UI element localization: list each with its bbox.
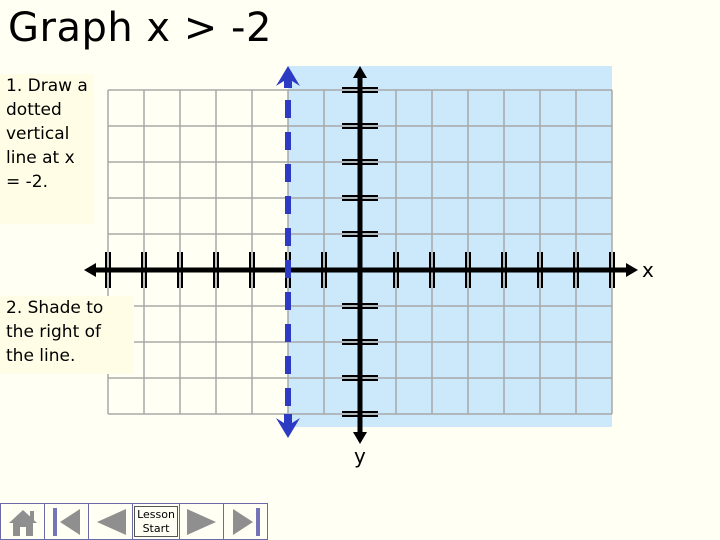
previous-slide-icon [96,508,126,535]
y-axis-label: y [354,444,366,468]
lesson-start-button[interactable]: Lesson Start [132,503,180,540]
home-button[interactable] [0,503,45,540]
x-axis-label: x [642,258,654,282]
first-slide-icon [52,507,80,536]
last-slide-icon [232,507,260,536]
next-slide-button[interactable] [179,503,224,540]
instruction-step-2: 2. Shade to the right of the line. [0,296,134,374]
coordinate-graph: x y [84,66,654,468]
lesson-start-label-2: Start [142,522,170,535]
navigation-bar: Lesson Start [0,503,272,540]
next-slide-icon [186,508,216,535]
first-slide-button[interactable] [44,503,89,540]
lesson-start-label-1: Lesson [137,508,175,521]
x-axis-arrow-left [84,263,96,277]
shaded-region [288,66,612,427]
y-axis-arrow-down [353,432,367,444]
home-icon [8,509,37,536]
previous-slide-button[interactable] [88,503,133,540]
last-slide-button[interactable] [223,503,268,540]
x-axis-arrow-right [626,263,638,277]
instruction-step-1: 1. Draw a dotted vertical line at x = -2… [0,74,94,224]
